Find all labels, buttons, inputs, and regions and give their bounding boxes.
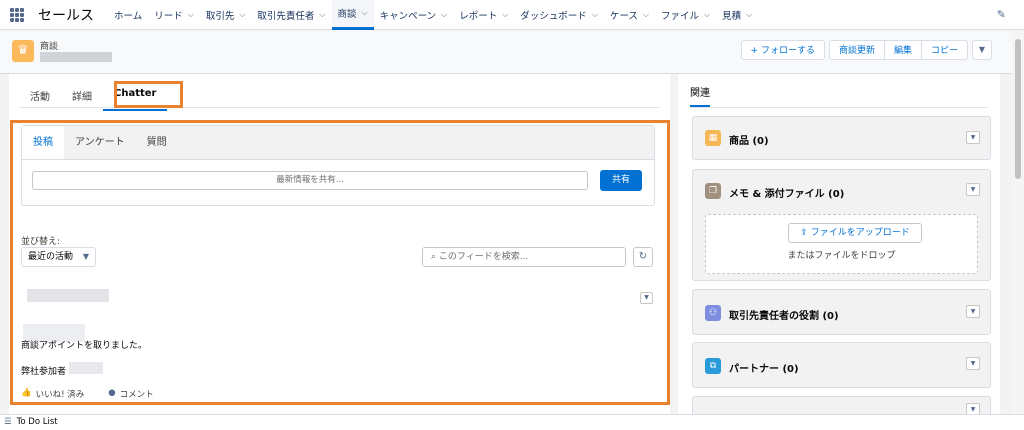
nav-item-reports[interactable]: レポート ⌵ xyxy=(453,0,514,30)
chevron-down-icon[interactable]: ⌵ xyxy=(319,10,325,20)
chevron-down-icon[interactable]: ⌵ xyxy=(441,10,447,20)
file-dropzone[interactable]: ⇪ ファイルをアップロード またはファイルをドロップ xyxy=(705,214,978,274)
chevron-down-icon[interactable]: ⌵ xyxy=(592,10,598,20)
product-icon: ▦ xyxy=(705,130,721,146)
scrollbar-thumb[interactable] xyxy=(1015,39,1021,179)
partner-icon: ⧉ xyxy=(705,358,721,374)
tab-related[interactable]: 関連 xyxy=(690,84,710,107)
nav-item-quotes[interactable]: 見積 ⌵ xyxy=(716,0,758,30)
file-icon: ❐ xyxy=(705,183,721,199)
chatter-feed-highlight xyxy=(10,120,670,405)
notes-title[interactable]: メモ & 添付ファイル (0) xyxy=(729,185,844,200)
nav-item-campaigns[interactable]: キャンペーン ⌵ xyxy=(374,0,454,30)
related-card-products: ▦ 商品 (0) ▼ xyxy=(692,116,991,160)
partners-title[interactable]: パートナー (0) xyxy=(729,360,799,375)
todo-list-button[interactable]: To Do List xyxy=(17,417,58,427)
related-divider xyxy=(690,107,988,108)
nav-item-home[interactable]: ホーム xyxy=(108,0,148,30)
drop-files-text: またはファイルをドロップ xyxy=(787,251,896,261)
nav-item-leads[interactable]: リード ⌵ xyxy=(148,0,200,30)
page-scrollbar[interactable] xyxy=(1012,31,1024,414)
chevron-down-icon[interactable]: ⌵ xyxy=(362,8,368,18)
chevron-down-icon[interactable]: ⌵ xyxy=(704,10,710,20)
chevron-down-icon[interactable]: ⌵ xyxy=(239,10,245,20)
products-title[interactable]: 商品 (0) xyxy=(729,132,769,147)
chevron-down-icon[interactable]: ▼ xyxy=(966,305,980,318)
related-column: 関連 ▦ 商品 (0) ▼ ❐ メモ & 添付ファイル (0) ▼ ⇪ ファイル… xyxy=(678,74,1000,416)
header-actions: + フォローする 商談更新 編集 コピー ▼ xyxy=(740,40,992,60)
chevron-down-icon[interactable]: ⌵ xyxy=(746,10,752,20)
chevron-down-icon[interactable]: ⌵ xyxy=(643,10,649,20)
update-opportunity-button[interactable]: 商談更新 xyxy=(828,40,885,60)
related-card-partners: ⧉ パートナー (0) ▼ xyxy=(692,342,991,388)
nav-item-dashboards[interactable]: ダッシュボード ⌵ xyxy=(514,0,604,30)
nav-item-contacts[interactable]: 取引先責任者 ⌵ xyxy=(251,0,331,30)
chatter-tab-highlight xyxy=(114,81,183,108)
global-nav: セールス ホーム リード ⌵ 取引先 ⌵ 取引先責任者 ⌵ 商談 ⌵ キャンペーン ⌵ レ… xyxy=(0,0,1024,30)
nav-item-files[interactable]: ファイル ⌵ xyxy=(655,0,716,30)
todo-list-icon[interactable]: ☰ xyxy=(4,417,12,427)
follow-button[interactable]: + フォローする xyxy=(740,40,825,60)
chevron-down-icon[interactable]: ▼ xyxy=(966,183,980,196)
contact-role-icon: ⚇ xyxy=(705,305,721,321)
edit-button[interactable]: 編集 xyxy=(884,40,922,60)
upload-icon: ⇪ xyxy=(800,228,811,238)
related-card-contact-roles: ⚇ 取引先責任者の役割 (0) ▼ xyxy=(692,289,991,335)
app-name: セールス xyxy=(38,7,94,24)
record-header: ♛ 商談 + フォローする 商談更新 編集 コピー ▼ xyxy=(0,31,1024,74)
contact-roles-title[interactable]: 取引先責任者の役割 (0) xyxy=(729,307,839,322)
copy-button[interactable]: コピー xyxy=(921,40,968,60)
plus-icon: + xyxy=(750,46,761,56)
chevron-down-icon[interactable]: ▼ xyxy=(966,131,980,144)
chevron-down-icon[interactable]: ⌵ xyxy=(502,10,508,20)
nav-item-accounts[interactable]: 取引先 ⌵ xyxy=(200,0,252,30)
edit-nav-pencil-icon[interactable]: ✎ xyxy=(997,8,1006,21)
related-card-partial: ▼ xyxy=(692,396,991,416)
chevron-down-icon[interactable]: ⌵ xyxy=(188,10,194,20)
more-actions-chevron-icon[interactable]: ▼ xyxy=(972,40,992,60)
nav-item-opportunities[interactable]: 商談 ⌵ xyxy=(331,0,374,30)
chevron-down-icon[interactable]: ▼ xyxy=(966,357,980,370)
object-label: 商談 xyxy=(40,42,59,52)
record-name-redacted xyxy=(40,52,112,62)
nav-item-cases[interactable]: ケース ⌵ xyxy=(604,0,655,30)
crown-icon: ♛ xyxy=(12,40,34,62)
upload-files-button[interactable]: ⇪ ファイルをアップロード xyxy=(788,223,922,243)
app-launcher-icon[interactable] xyxy=(10,7,24,22)
utility-bar: ☰ To Do List xyxy=(0,414,1024,430)
nav-items: ホーム リード ⌵ 取引先 ⌵ 取引先責任者 ⌵ 商談 ⌵ キャンペーン ⌵ レポート ⌵ … xyxy=(108,0,758,30)
related-card-notes: ❐ メモ & 添付ファイル (0) ▼ ⇪ ファイルをアップロード またはファイ… xyxy=(692,169,991,281)
